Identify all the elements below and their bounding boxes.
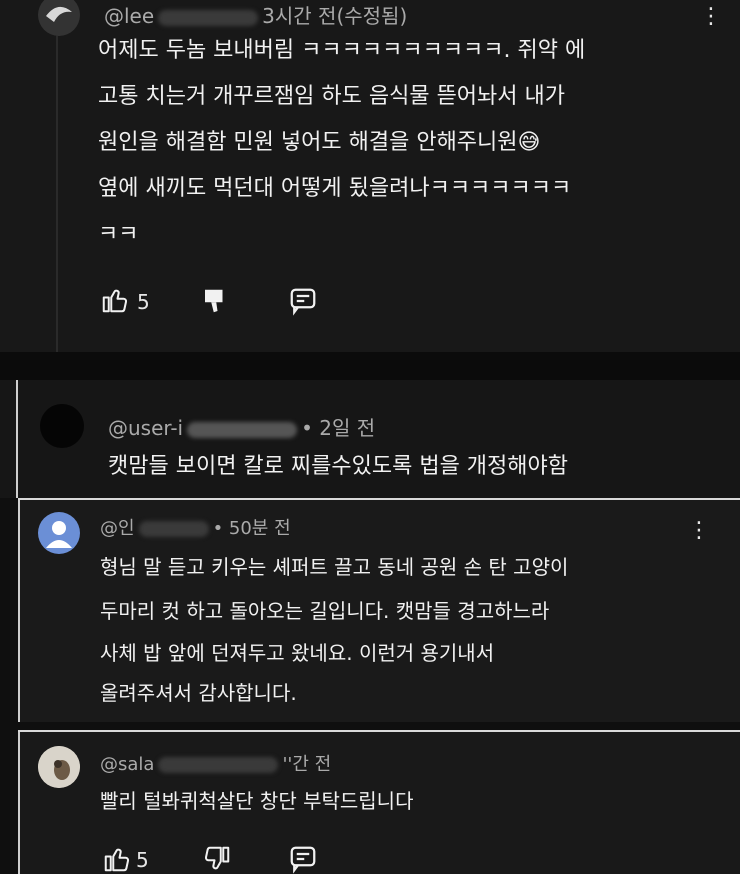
reply-icon[interactable]	[288, 286, 318, 316]
avatar[interactable]	[38, 746, 80, 788]
comment-time: ''간 전	[282, 754, 332, 775]
comment-card-4: @sala ''간 전 빨리 털봐퀴척살단 창단 부탁드립니다 5	[18, 730, 740, 874]
comment-line: 어제도 두놈 보내버림 ㅋㅋㅋㅋㅋㅋㅋㅋㅋㅋ. 쥐약 에	[98, 38, 586, 63]
thread-line	[56, 0, 58, 352]
avatar-image	[38, 0, 80, 36]
thread-line	[16, 380, 18, 498]
avatar-image	[38, 746, 80, 788]
comment-author[interactable]: @sala	[100, 754, 154, 775]
comment-card-1: @lee 3시간 전(수정됨) ⋮ 어제도 두놈 보내버림 ㅋㅋㅋㅋㅋㅋㅋㅋㅋㅋ.…	[0, 0, 740, 352]
comment-header: @lee 3시간 전(수정됨)	[104, 0, 407, 29]
like-count: 5	[136, 848, 149, 872]
comment-line: 올려주셔서 감사합니다.	[100, 681, 297, 705]
comment-line: 형님 말 듣고 키우는 셰퍼트 끌고 동네 공원 손 탄 고양이	[100, 555, 569, 579]
comment-line: 원인을 해결함 민원 넣어도 해결을 안해주니원😅	[98, 130, 541, 155]
thread-line	[18, 500, 20, 722]
avatar[interactable]	[40, 404, 84, 448]
comment-line: ㅋㅋ	[98, 222, 139, 247]
like-count: 5	[137, 290, 150, 314]
comment-line: 빨리 털봐퀴척살단 창단 부탁드립니다	[100, 789, 414, 813]
thumbs-down-icon[interactable]	[202, 844, 232, 874]
thread-line	[18, 732, 20, 874]
comment-time: 3시간 전(수정됨)	[262, 4, 408, 28]
avatar[interactable]	[38, 0, 80, 36]
avatar[interactable]	[38, 512, 80, 554]
reply-icon[interactable]	[288, 844, 318, 874]
default-user-icon	[46, 521, 72, 548]
comment-card-3: @인 • 50분 전 ⋮ 형님 말 듣고 키우는 셰퍼트 끌고 동네 공원 손 탄…	[18, 498, 740, 722]
more-vert-icon[interactable]: ⋮	[688, 520, 710, 542]
comment-author[interactable]: @인	[100, 518, 135, 539]
comment-author[interactable]: @lee	[104, 4, 154, 28]
thumbs-down-icon[interactable]	[200, 286, 230, 316]
comment-author[interactable]: @user-i	[108, 416, 183, 440]
comment-card-2: @user-i • 2일 전 캣맘들 보이면 칼로 찌를수있도록 법을 개정해야함	[0, 380, 740, 498]
comment-header: @sala ''간 전	[100, 750, 331, 776]
thumbs-up-icon[interactable]	[100, 285, 130, 315]
comment-header: @user-i • 2일 전	[108, 412, 375, 441]
divider	[0, 352, 740, 380]
comment-time: • 50분 전	[212, 518, 291, 539]
more-vert-icon[interactable]: ⋮	[700, 6, 722, 28]
comment-line: 사체 밥 앞에 던져두고 왔네요. 이런거 용기내서	[100, 641, 495, 665]
comment-time: • 2일 전	[301, 416, 376, 440]
comment-header: @인 • 50분 전	[100, 514, 291, 540]
thumbs-up-icon[interactable]	[102, 844, 132, 874]
comment-line: 캣맘들 보이면 칼로 찌를수있도록 법을 개정해야함	[108, 454, 569, 479]
comment-line: 옆에 새끼도 먹던대 어떻게 됬을려나ㅋㅋㅋㅋㅋㅋㅋ	[98, 176, 572, 201]
comment-line: 고통 치는거 개꾸르잼임 하도 음식물 뜯어놔서 내가	[98, 84, 566, 109]
comment-line: 두마리 컷 하고 돌아오는 길입니다. 캣맘들 경고하느라	[100, 599, 550, 623]
